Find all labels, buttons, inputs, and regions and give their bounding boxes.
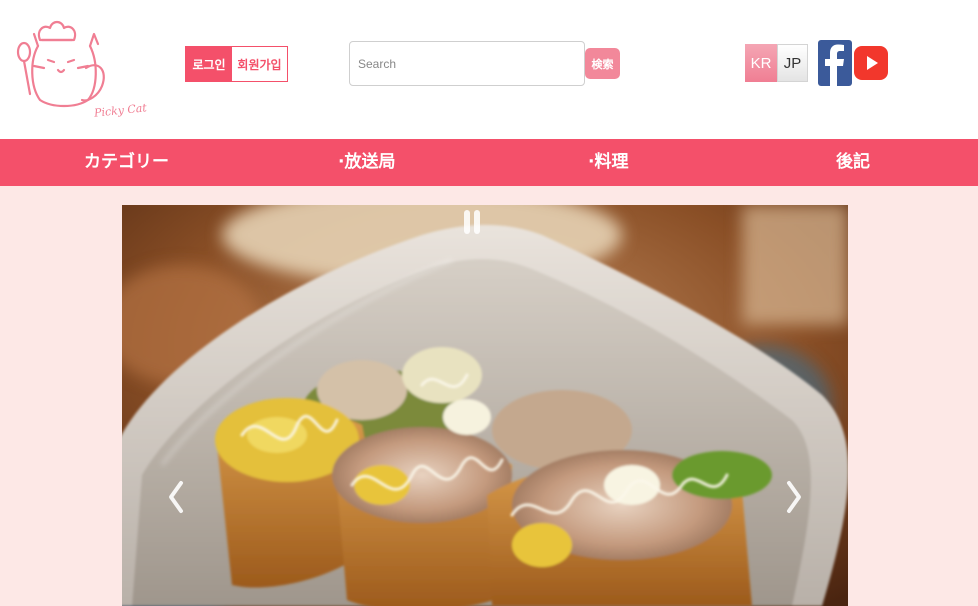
- picky-cat-logo[interactable]: Picky Cat: [12, 16, 147, 120]
- login-button[interactable]: 로그인: [186, 47, 232, 81]
- youtube-icon[interactable]: [854, 46, 888, 80]
- search-button[interactable]: 検索: [585, 48, 620, 79]
- signup-button[interactable]: 회원가입: [232, 47, 287, 81]
- chevron-right-icon[interactable]: [782, 477, 806, 517]
- cat-logo-icon: [16, 20, 105, 108]
- facebook-icon[interactable]: [818, 40, 852, 86]
- main-navigation: カテゴリー ·放送局 ·料理 後記: [0, 139, 978, 186]
- chevron-left-icon[interactable]: [164, 477, 188, 517]
- image-carousel[interactable]: [122, 205, 848, 606]
- nav-item-broadcaster[interactable]: ·放送局: [338, 139, 395, 186]
- header: Picky Cat 로그인 회원가입 検索 KR JP: [0, 0, 978, 139]
- carousel-indicator[interactable]: [461, 209, 483, 235]
- auth-buttons: 로그인 회원가입: [185, 46, 288, 82]
- food-photo: [122, 205, 848, 606]
- search-input[interactable]: [349, 41, 585, 86]
- language-kr-button[interactable]: KR: [745, 44, 777, 82]
- nav-item-review[interactable]: 後記: [836, 139, 870, 186]
- language-jp-button[interactable]: JP: [777, 44, 808, 82]
- nav-item-category[interactable]: カテゴリー: [84, 139, 169, 186]
- nav-item-cooking[interactable]: ·料理: [588, 139, 628, 186]
